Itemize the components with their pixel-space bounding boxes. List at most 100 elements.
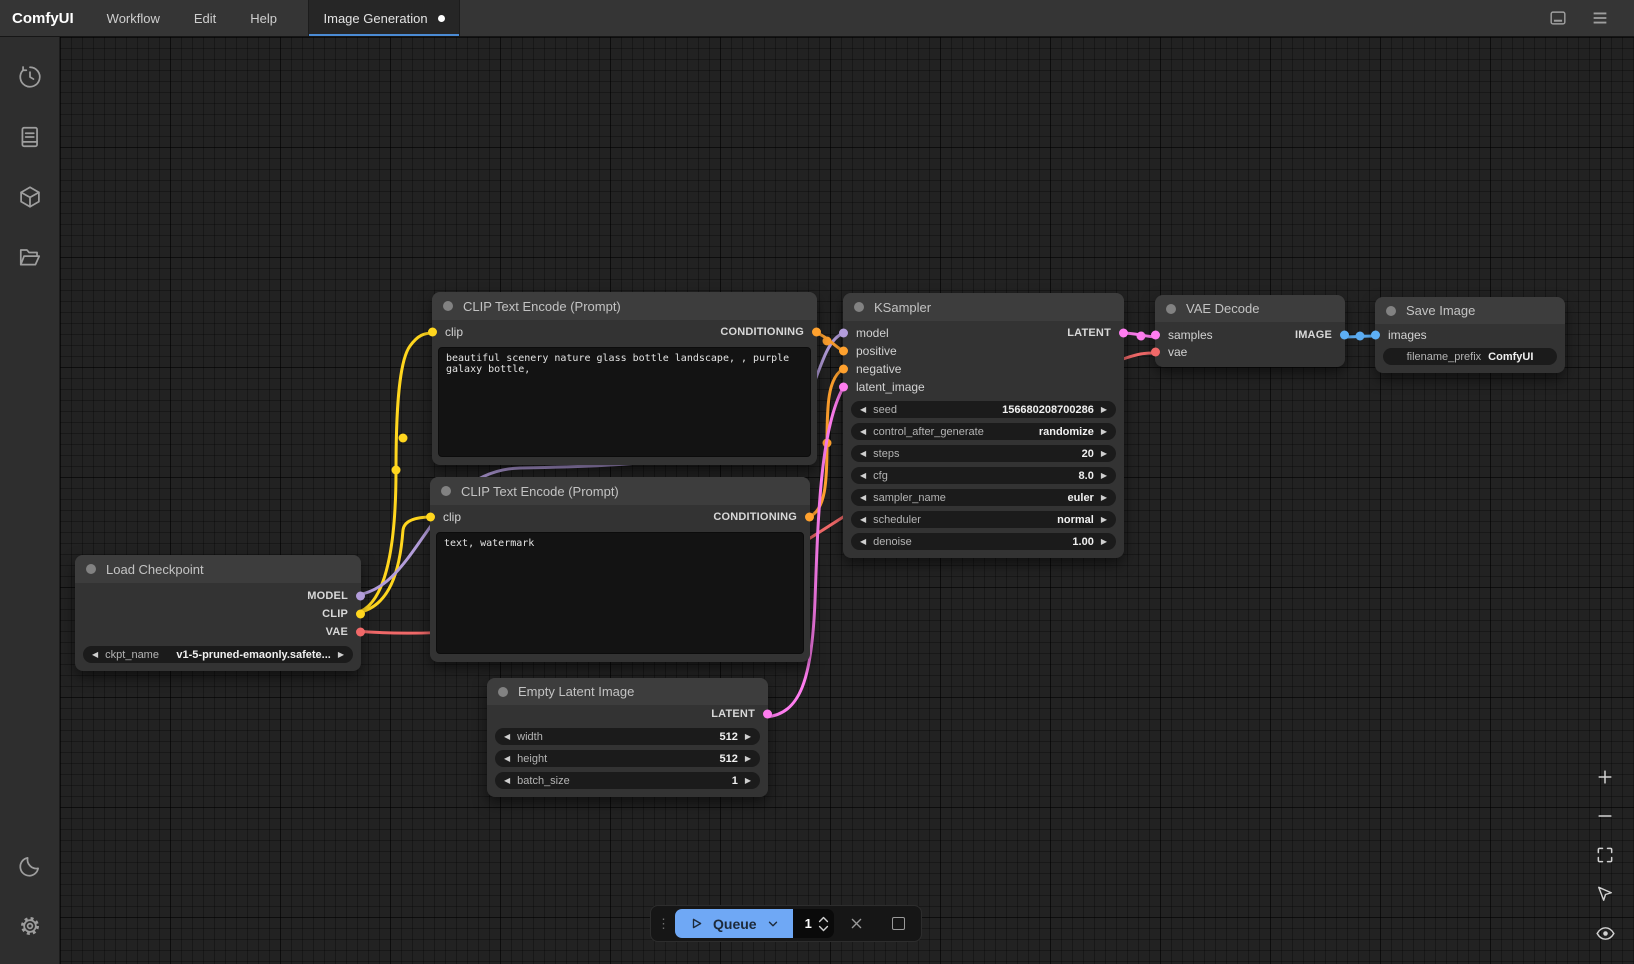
steps-widget[interactable]: ◀ steps 20 ▶	[851, 445, 1116, 462]
collapse-dot[interactable]	[1386, 306, 1396, 316]
collapse-dot[interactable]	[86, 564, 96, 574]
widget-right-arrow-icon[interactable]: ▶	[745, 733, 751, 741]
count-down-icon[interactable]	[818, 925, 829, 932]
input-port-images[interactable]	[1371, 330, 1380, 339]
collapse-dot[interactable]	[443, 301, 453, 311]
cfg-widget[interactable]: ◀ cfg 8.0 ▶	[851, 467, 1116, 484]
drag-handle-icon[interactable]: ⋮	[657, 922, 665, 926]
positive-prompt-textarea[interactable]: beautiful scenery nature glass bottle la…	[438, 347, 811, 457]
batch-size-widget[interactable]: ◀ batch_size 1 ▶	[495, 772, 760, 789]
batch-count-value[interactable]: 1	[805, 916, 812, 931]
widget-right-arrow-icon[interactable]: ▶	[1101, 428, 1107, 436]
widget-right-arrow-icon[interactable]: ▶	[745, 755, 751, 763]
menu-help[interactable]: Help	[233, 0, 294, 36]
widget-right-arrow-icon[interactable]: ▶	[1101, 494, 1107, 502]
widget-left-arrow-icon[interactable]: ◀	[504, 733, 510, 741]
scheduler-widget[interactable]: ◀ scheduler normal ▶	[851, 511, 1116, 528]
widget-right-arrow-icon[interactable]: ▶	[338, 651, 344, 659]
widget-left-arrow-icon[interactable]: ◀	[860, 494, 866, 502]
input-port-clip[interactable]	[426, 513, 435, 522]
input-port-vae[interactable]	[1151, 347, 1160, 356]
node-vae-decode[interactable]: VAE Decode samples IMAGE vae	[1155, 295, 1345, 367]
toggle-visibility-eye-icon[interactable]	[1592, 920, 1618, 946]
queue-options-chevron-icon[interactable]	[766, 917, 780, 931]
node-header[interactable]: CLIP Text Encode (Prompt)	[432, 292, 817, 320]
width-widget[interactable]: ◀ width 512 ▶	[495, 728, 760, 745]
node-clip-text-encode-positive[interactable]: CLIP Text Encode (Prompt) clip CONDITION…	[432, 292, 817, 465]
widget-left-arrow-icon[interactable]: ◀	[92, 651, 98, 659]
widget-left-arrow-icon[interactable]: ◀	[860, 428, 866, 436]
node-header[interactable]: Empty Latent Image	[487, 678, 768, 705]
widget-right-arrow-icon[interactable]: ▶	[1101, 516, 1107, 524]
input-port-latent-image[interactable]	[839, 383, 848, 392]
stop-icon[interactable]	[885, 911, 911, 937]
tab-image-generation[interactable]: Image Generation	[309, 0, 459, 36]
widget-left-arrow-icon[interactable]: ◀	[860, 516, 866, 524]
clear-queue-x-icon[interactable]	[844, 911, 870, 937]
node-library-icon[interactable]	[2, 167, 58, 227]
select-cursor-icon[interactable]	[1592, 881, 1618, 907]
input-port-negative[interactable]	[839, 365, 848, 374]
denoise-widget[interactable]: ◀ denoise 1.00 ▶	[851, 533, 1116, 550]
widget-right-arrow-icon[interactable]: ▶	[1101, 406, 1107, 414]
negative-prompt-textarea[interactable]: text, watermark	[436, 532, 804, 654]
collapse-dot[interactable]	[854, 302, 864, 312]
logs-icon[interactable]	[2, 107, 58, 167]
node-header[interactable]: Save Image	[1375, 297, 1565, 324]
input-port-model[interactable]	[839, 329, 848, 338]
zoom-in-icon[interactable]	[1592, 764, 1618, 790]
widget-left-arrow-icon[interactable]: ◀	[860, 450, 866, 458]
output-port-latent[interactable]	[763, 710, 772, 719]
node-clip-text-encode-negative[interactable]: CLIP Text Encode (Prompt) clip CONDITION…	[430, 477, 810, 662]
widget-left-arrow-icon[interactable]: ◀	[504, 755, 510, 763]
theme-moon-icon[interactable]	[2, 836, 58, 896]
widget-right-arrow-icon[interactable]: ▶	[1101, 538, 1107, 546]
input-port-positive[interactable]	[839, 347, 848, 356]
widget-right-arrow-icon[interactable]: ▶	[745, 777, 751, 785]
widget-right-arrow-icon[interactable]: ▶	[1101, 472, 1107, 480]
sampler-name-widget[interactable]: ◀ sampler_name euler ▶	[851, 489, 1116, 506]
node-header[interactable]: CLIP Text Encode (Prompt)	[430, 477, 810, 505]
collapse-dot[interactable]	[1166, 304, 1176, 314]
output-port-model[interactable]	[356, 592, 365, 601]
menu-workflow[interactable]: Workflow	[90, 0, 177, 36]
output-port-vae[interactable]	[356, 628, 365, 637]
input-port-samples[interactable]	[1151, 330, 1160, 339]
control-after-generate-widget[interactable]: ◀ control_after_generate randomize ▶	[851, 423, 1116, 440]
input-port-clip[interactable]	[428, 328, 437, 337]
node-empty-latent-image[interactable]: Empty Latent Image LATENT ◀ width 512 ▶ …	[487, 678, 768, 797]
queue-button[interactable]: Queue	[675, 909, 793, 938]
node-ksampler[interactable]: KSampler model LATENT positive negative …	[843, 293, 1124, 558]
output-port-clip[interactable]	[356, 610, 365, 619]
output-port-conditioning[interactable]	[805, 513, 814, 522]
output-port-image[interactable]	[1340, 330, 1349, 339]
seed-widget[interactable]: ◀ seed 156680208700286 ▶	[851, 401, 1116, 418]
zoom-out-icon[interactable]	[1592, 803, 1618, 829]
widget-left-arrow-icon[interactable]: ◀	[860, 472, 866, 480]
node-header[interactable]: Load Checkpoint	[75, 555, 361, 583]
history-icon[interactable]	[2, 47, 58, 107]
node-load-checkpoint[interactable]: Load Checkpoint MODEL CLIP VAE ◀ ckpt_na…	[75, 555, 361, 671]
menu-edit[interactable]: Edit	[177, 0, 233, 36]
node-save-image[interactable]: Save Image images filename_prefix ComfyU…	[1375, 297, 1565, 373]
workflows-icon[interactable]	[2, 227, 58, 287]
fit-view-icon[interactable]	[1592, 842, 1618, 868]
height-widget[interactable]: ◀ height 512 ▶	[495, 750, 760, 767]
node-header[interactable]: KSampler	[843, 293, 1124, 321]
filename-prefix-widget[interactable]: filename_prefix ComfyUI	[1383, 348, 1557, 365]
collapse-dot[interactable]	[498, 687, 508, 697]
widget-left-arrow-icon[interactable]: ◀	[504, 777, 510, 785]
settings-gear-icon[interactable]	[2, 896, 58, 956]
output-port-conditioning[interactable]	[812, 328, 821, 337]
count-up-icon[interactable]	[818, 916, 829, 923]
ckpt-name-widget[interactable]: ◀ ckpt_name v1-5-pruned-emaonly.safete..…	[83, 646, 353, 663]
node-header[interactable]: VAE Decode	[1155, 295, 1345, 322]
collapse-dot[interactable]	[441, 486, 451, 496]
widget-left-arrow-icon[interactable]: ◀	[860, 538, 866, 546]
widget-left-arrow-icon[interactable]: ◀	[860, 406, 866, 414]
bottom-panel-toggle-icon[interactable]	[1544, 4, 1572, 32]
batch-count-box[interactable]: 1	[793, 909, 834, 938]
hamburger-menu-icon[interactable]	[1586, 4, 1614, 32]
widget-right-arrow-icon[interactable]: ▶	[1101, 450, 1107, 458]
output-port-latent[interactable]	[1119, 329, 1128, 338]
